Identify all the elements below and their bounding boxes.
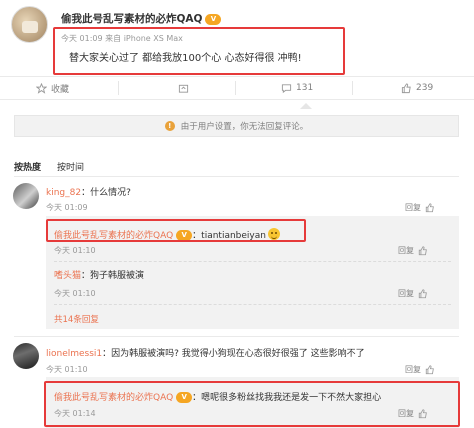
divider [14, 176, 459, 177]
like-count: 239 [416, 83, 434, 93]
post-action-bar: 收藏 131 239 [0, 78, 474, 98]
comment-username[interactable]: lionelmessi1 [46, 349, 102, 359]
comment-icon [281, 83, 292, 94]
reply-username[interactable]: 嗜头猫 [54, 271, 81, 281]
thumbs-up-icon[interactable] [425, 202, 435, 213]
comment-text: ：因为韩服被演吗? 我觉得小狗现在心态很好很强了 这些影响不了 [102, 349, 365, 359]
comment-avatar[interactable] [13, 343, 39, 369]
comment-sort-tabs: 按热度 按时间 [14, 160, 84, 173]
reply-text-row: 嗜头猫：狗子韩服被演 [54, 268, 144, 281]
reply-text: ：狗子韩服被演 [81, 271, 145, 281]
forward-icon [178, 83, 189, 94]
star-icon [36, 82, 47, 94]
divider [352, 81, 353, 95]
post-highlight-box [53, 27, 345, 75]
reply-highlight-box [44, 381, 460, 427]
favorite-button[interactable]: 收藏 [36, 78, 69, 98]
comment-text-row: lionelmessi1：因为韩服被演吗? 我觉得小狗现在心态很好很强了 这些影… [46, 346, 365, 359]
reply-actions: 回复 [398, 245, 428, 256]
more-replies-link[interactable]: 共14条回复 [54, 313, 99, 325]
tab-sort-time[interactable]: 按时间 [57, 160, 84, 173]
reply-highlight-box [46, 219, 306, 242]
like-button[interactable]: 239 [401, 78, 433, 98]
divider [235, 81, 236, 95]
favorite-label: 收藏 [51, 84, 70, 95]
reply-actions: 回复 [398, 408, 428, 419]
reply-reply-button[interactable]: 回复 [398, 288, 414, 299]
tab-sort-hot[interactable]: 按热度 [14, 160, 41, 173]
divider [54, 304, 451, 305]
comment-tab-arrow-icon [300, 103, 312, 109]
thumbs-up-icon [401, 82, 412, 94]
reply-reply-button[interactable]: 回复 [398, 245, 414, 256]
divider [0, 76, 474, 77]
notice-text: 由于用户设置，你无法回复评论。 [180, 122, 309, 132]
comment-text: ：什么情况? [81, 188, 131, 198]
post-author-name[interactable]: 偷我此号乱写素材的必炸QAQ V [61, 11, 222, 26]
comment-time: 今天 01:10 [46, 365, 88, 374]
divider [118, 81, 119, 95]
post-author-link[interactable]: 偷我此号乱写素材的必炸QAQ [61, 13, 202, 25]
thumbs-up-icon[interactable] [418, 288, 428, 299]
comment-time: 今天 01:09 [46, 203, 88, 212]
reply-disabled-notice: ! 由于用户设置，你无法回复评论。 [14, 115, 459, 137]
comment-avatar[interactable] [13, 183, 39, 209]
comment-text-row: king_82：什么情况? [46, 185, 131, 198]
reply-time: 今天 01:14 [54, 409, 96, 418]
thumbs-up-icon[interactable] [418, 408, 428, 419]
comment-reply-button[interactable]: 回复 [405, 364, 421, 375]
reply-time: 今天 01:10 [54, 246, 96, 255]
comment-reply-button[interactable]: 回复 [405, 202, 421, 213]
divider [14, 336, 459, 337]
vip-badge-icon: V [205, 14, 222, 25]
comment-actions: 回复 [405, 202, 435, 213]
comment-count: 131 [296, 83, 314, 93]
divider [0, 99, 474, 100]
comment-username[interactable]: king_82 [46, 188, 81, 198]
divider [54, 261, 451, 262]
thumbs-up-icon[interactable] [418, 245, 428, 256]
warning-icon: ! [164, 121, 175, 131]
forward-button[interactable] [178, 78, 193, 98]
comment-button[interactable]: 131 [281, 78, 313, 98]
reply-actions: 回复 [398, 288, 428, 299]
reply-reply-button[interactable]: 回复 [398, 408, 414, 419]
comment-actions: 回复 [405, 364, 435, 375]
post-author-avatar[interactable] [11, 6, 48, 43]
reply-time: 今天 01:10 [54, 289, 96, 298]
thumbs-up-icon[interactable] [425, 364, 435, 375]
